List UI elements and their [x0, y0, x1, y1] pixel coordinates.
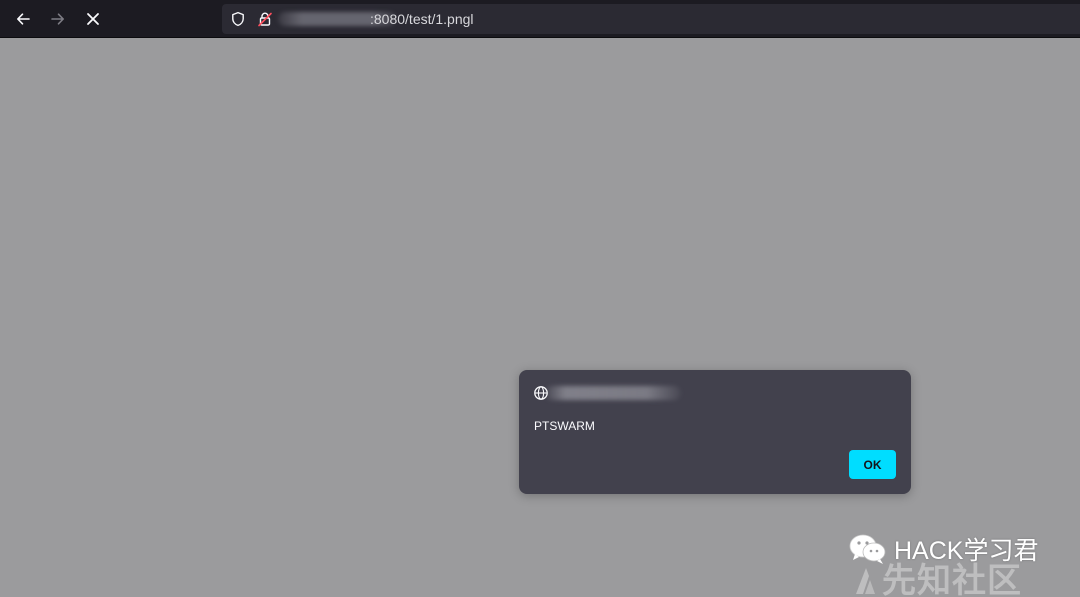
- site-logo-icon: [856, 567, 875, 594]
- arrow-right-icon: [51, 13, 64, 25]
- shield-icon[interactable]: [230, 11, 246, 27]
- url-bar[interactable]: :8080/test/1.pngl: [222, 4, 1080, 34]
- close-icon: [87, 13, 99, 25]
- back-button[interactable]: [11, 7, 35, 31]
- forward-button[interactable]: [46, 7, 70, 31]
- insecure-lock-icon[interactable]: [257, 11, 273, 27]
- ok-button[interactable]: OK: [849, 450, 896, 479]
- dialog-message: PTSWARM: [534, 419, 595, 433]
- site-watermark: 先知社区: [852, 553, 1022, 597]
- alert-dialog: PTSWARM OK: [519, 370, 911, 494]
- arrow-left-icon: [17, 13, 30, 25]
- stop-button[interactable]: [81, 7, 105, 31]
- url-text[interactable]: :8080/test/1.pngl: [370, 11, 474, 27]
- site-watermark-text: 先知社区: [882, 562, 1022, 597]
- dialog-origin-redacted: [545, 386, 681, 400]
- browser-toolbar: :8080/test/1.pngl: [0, 0, 1080, 38]
